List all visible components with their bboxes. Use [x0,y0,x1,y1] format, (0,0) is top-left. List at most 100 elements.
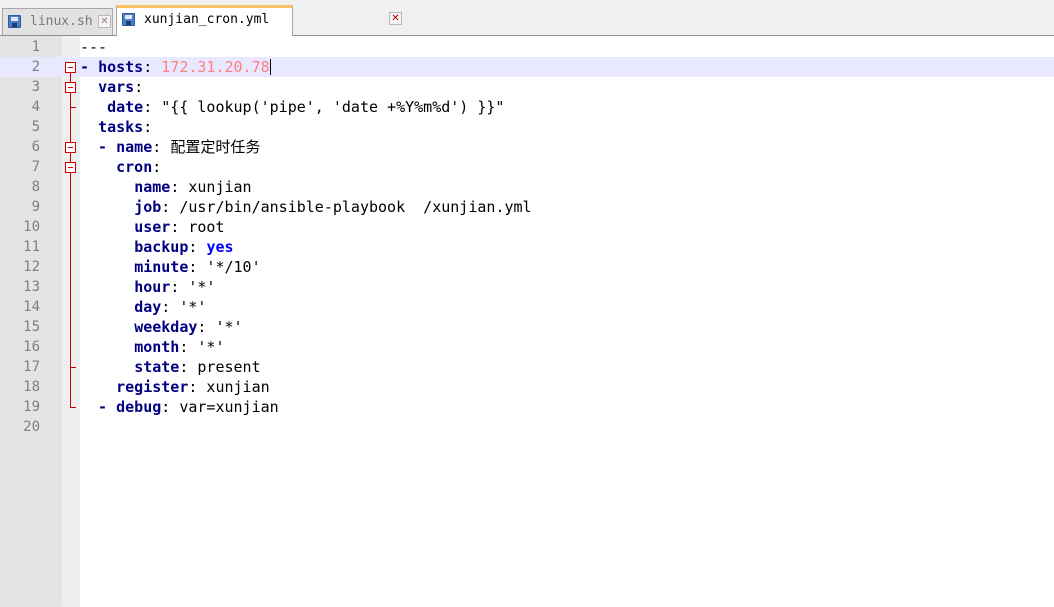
code-line[interactable]: 20 [0,417,1054,437]
yaml-key: state [134,358,180,376]
code-text: month: '*' [80,337,224,357]
code-line[interactable]: 7 cron: [0,157,1054,177]
code-token: : [152,138,171,156]
code-token: : '*' [161,298,207,316]
fold-toggle-icon[interactable] [65,82,76,93]
yaml-key: backup [134,238,189,256]
code-line[interactable]: 9 job: /usr/bin/ansible-playbook /xunjia… [0,197,1054,217]
code-line[interactable]: 19 - debug: var=xunjian [0,397,1054,417]
line-number: 20 [23,419,40,435]
code-editor[interactable]: 1 --- 2- hosts: 172.31.20.78 3 vars: 4 date:… [0,36,1054,607]
code-token: - [80,58,99,76]
line-number: 7 [31,159,40,175]
tab-label: xunjian_cron.yml [144,12,270,27]
code-line[interactable]: 2 - hosts: 172.31.20.78 [0,57,1054,77]
fold-end-marker [70,407,76,408]
yaml-key: cron [116,158,153,176]
code-line[interactable]: 1 --- [0,37,1054,57]
fold-end-marker [70,367,76,368]
code-line[interactable]: 18 register: xunjian [0,377,1054,397]
close-icon[interactable]: ✕ [98,15,111,28]
yaml-key: register [116,378,189,396]
code-line[interactable]: 11 backup: yes [0,237,1054,257]
code-text: register: xunjian [80,377,270,397]
code-token: : [143,118,153,136]
code-text: - name: 配置定时任务 [80,137,260,157]
code-text: hour: '*' [80,277,215,297]
code-text: backup: yes [80,237,233,257]
code-token: : '*/10' [188,258,261,276]
line-number: 11 [23,239,40,255]
yaml-key: minute [134,258,189,276]
yaml-key: day [134,298,162,316]
yaml-key: tasks [98,118,144,136]
code-line[interactable]: 5 tasks: [0,117,1054,137]
code-text: day: '*' [80,297,206,317]
code-token: - [80,138,117,156]
yaml-key: job [134,198,162,216]
code-text: user: root [80,217,224,237]
fold-toggle-icon[interactable] [65,62,76,73]
code-line[interactable]: 8 name: xunjian [0,177,1054,197]
code-line[interactable]: 15 weekday: '*' [0,317,1054,337]
code-token: 配置定时任务 [170,138,261,156]
fold-toggle-icon[interactable] [65,162,76,173]
tab-label: linux.sh [30,14,93,29]
fold-toggle-icon[interactable] [65,142,76,153]
line-number: 1 [31,39,40,55]
line-number: 4 [31,99,40,115]
code-token: : xunjian [170,178,252,196]
code-token: : /usr/bin/ansible-playbook /xunjian.yml [161,198,532,216]
code-line[interactable]: 17 state: present [0,357,1054,377]
code-token: : present [179,358,261,376]
code-text: - hosts: 172.31.20.78 [80,57,271,77]
close-icon[interactable]: ✕ [389,12,402,25]
code-text: weekday: '*' [80,317,242,337]
yaml-key: name [116,138,153,156]
code-line[interactable]: 4 date: "{{ lookup('pipe', 'date +%Y%m%d… [0,97,1054,117]
tab-xunjian-cron-yml[interactable]: xunjian_cron.yml ✕ [116,5,402,36]
code-token: : var=xunjian [161,398,279,416]
code-text: state: present [80,357,261,377]
yaml-key: name [134,178,171,196]
code-line[interactable]: 6 - name: 配置定时任务 [0,137,1054,157]
line-number: 9 [31,199,40,215]
yaml-key: date [107,98,144,116]
code-text: cron: [80,157,161,177]
code-line[interactable]: 13 hour: '*' [0,277,1054,297]
code-line[interactable]: 12 minute: '*/10' [0,257,1054,277]
line-number: 10 [23,219,40,235]
line-number: 3 [31,79,40,95]
line-number: 18 [23,379,40,395]
line-number: 15 [23,319,40,335]
code-text: name: xunjian [80,177,252,197]
line-number: 2 [31,59,40,75]
tab-linux-sh[interactable]: linux.sh ✕ [2,8,113,35]
code-line[interactable]: 3 vars: [0,77,1054,97]
code-line[interactable]: 16 month: '*' [0,337,1054,357]
code-token: : [143,58,162,76]
code-line[interactable]: 14 day: '*' [0,297,1054,317]
line-number: 19 [23,399,40,415]
line-number: 6 [31,139,40,155]
save-icon [122,13,135,26]
code-text: minute: '*/10' [80,257,261,277]
yaml-key: weekday [134,318,198,336]
code-text: job: /usr/bin/ansible-playbook /xunjian.… [80,197,532,217]
code-token: : [152,158,162,176]
code-line[interactable]: 10 user: root [0,217,1054,237]
code-token: : "{{ lookup('pipe', 'date +%Y%m%d') }}" [143,98,505,116]
